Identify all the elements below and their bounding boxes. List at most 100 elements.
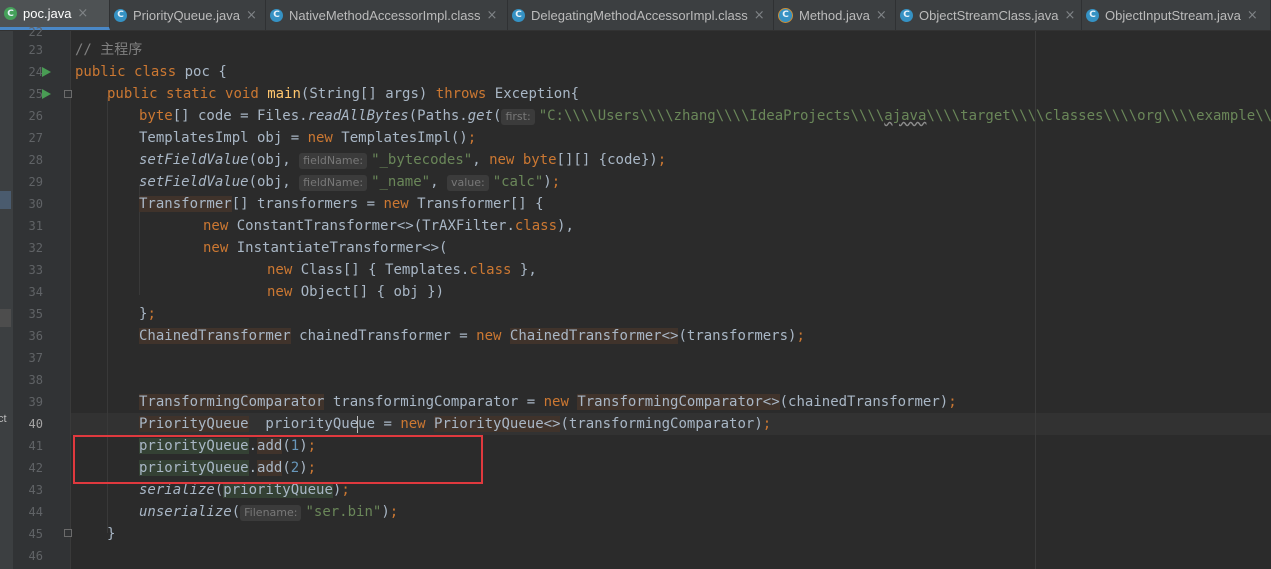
- code-text: chainedTransformer =: [290, 328, 477, 344]
- java-class-icon: C: [114, 8, 127, 22]
- close-icon[interactable]: ×: [486, 8, 497, 23]
- java-class-icon: C: [1086, 8, 1099, 22]
- string-literal: "C:\\\\Users\\\\zhang\\\\IdeaProjects\\\…: [538, 108, 885, 124]
- keyword: new: [203, 218, 229, 234]
- tab-label: poc.java: [23, 6, 72, 21]
- keyword: new: [476, 328, 502, 344]
- parameter-hint: fieldName:: [299, 175, 368, 191]
- code-text: Transformer[] {: [408, 196, 544, 212]
- code-line-27: TemplatesImpl obj = new TemplatesImpl();: [139, 127, 476, 149]
- code-line-26: byte[] code = Files.readAllBytes(Paths.g…: [139, 105, 1271, 127]
- code-text: (Paths.: [408, 108, 468, 124]
- code-text: (: [282, 438, 291, 454]
- tab-objectstreamclass-java[interactable]: C ObjectStreamClass.java ×: [896, 0, 1082, 30]
- code-text: [][] {code}): [556, 152, 658, 168]
- code-text: [] transformers =: [231, 196, 384, 212]
- parameter-hint: value:: [446, 175, 489, 191]
- close-icon[interactable]: ×: [77, 6, 88, 21]
- line-number: 26: [28, 109, 43, 123]
- keyword: byte: [522, 152, 557, 168]
- variable-usage: priorityQueue: [139, 460, 249, 476]
- code-text: (obj,: [248, 174, 300, 190]
- line-number: 32: [28, 241, 43, 255]
- line-number: 25: [28, 87, 43, 101]
- tool-window-button[interactable]: [0, 309, 11, 327]
- close-icon[interactable]: ×: [246, 8, 257, 23]
- params: (String[] args): [300, 86, 436, 102]
- keyword: new: [489, 152, 515, 168]
- code-text: TemplatesImpl obj =: [139, 130, 308, 146]
- comment: // 主程序: [75, 42, 143, 58]
- keyword: new: [543, 394, 569, 410]
- code-text: ue =: [358, 416, 401, 432]
- tab-nativemethodaccessorimpl-class[interactable]: C NativeMethodAccessorImpl.class ×: [266, 0, 508, 30]
- type-name: PriorityQueue<>: [434, 416, 561, 432]
- parameter-hint: fieldName:: [299, 153, 368, 169]
- semicolon: ;: [762, 416, 772, 432]
- code-line-44: unserialize(Filename: "ser.bin");: [139, 501, 398, 523]
- tab-label: NativeMethodAccessorImpl.class: [289, 7, 481, 23]
- code-text: ): [543, 174, 552, 190]
- keyword: class: [134, 64, 177, 80]
- semicolon: ;: [467, 130, 477, 146]
- variable-usage: priorityQueue: [139, 438, 249, 454]
- number-literal: 1: [290, 438, 300, 454]
- semicolon: ;: [948, 394, 957, 410]
- code-text: (transformers): [678, 328, 797, 344]
- line-number: 28: [28, 153, 43, 167]
- close-icon[interactable]: ×: [754, 8, 765, 23]
- variable-usage: priorityQueue: [223, 482, 333, 498]
- code-editor[interactable]: // 主程序 public class poc { public static …: [71, 31, 1271, 569]
- code-line-32: new InstantiateTransformer<>(: [203, 237, 447, 259]
- close-icon[interactable]: ×: [876, 8, 887, 23]
- line-number: 31: [28, 219, 43, 233]
- method-call: setFieldValue: [139, 174, 249, 190]
- string-literal: "ser.bin": [305, 504, 382, 520]
- tab-method-java[interactable]: C Method.java ×: [774, 0, 896, 30]
- keyword: public: [75, 64, 126, 80]
- tab-label: ObjectInputStream.java: [1105, 7, 1241, 23]
- line-number-gutter[interactable]: 22 23 24 25 26 27 28 29 30 31 32 33 34 3…: [13, 25, 72, 569]
- run-class-icon[interactable]: [42, 67, 51, 77]
- tab-priorityqueue-java[interactable]: C PriorityQueue.java ×: [110, 0, 266, 30]
- code-line-40: PriorityQueue priorityQueue = new Priori…: [139, 413, 771, 435]
- code-text: [] code = Files.: [172, 108, 308, 124]
- close-icon[interactable]: ×: [1064, 8, 1075, 23]
- java-class-icon: C: [4, 7, 17, 20]
- line-number: 44: [28, 505, 43, 519]
- keyword: class: [514, 218, 558, 234]
- line-number: 23: [28, 43, 43, 57]
- code-line-41: priorityQueue.add(1);: [139, 435, 316, 457]
- class-name: poc {: [184, 64, 227, 80]
- tool-window-button[interactable]: [0, 191, 11, 209]
- code-text: ): [299, 438, 308, 454]
- code-text: priorityQue: [248, 416, 359, 432]
- method-call: add: [257, 460, 283, 476]
- code-text: ): [299, 460, 308, 476]
- close-icon[interactable]: ×: [1247, 8, 1258, 23]
- tab-delegatingmethodaccessorimpl-class[interactable]: C DelegatingMethodAccessorImpl.class ×: [508, 0, 774, 30]
- code-text: (transformingComparator): [560, 416, 763, 432]
- current-line-number: 40: [28, 417, 43, 431]
- code-line-43: serialize(priorityQueue);: [139, 479, 350, 501]
- method-name: main: [267, 86, 301, 102]
- java-class-icon: C: [512, 8, 525, 22]
- code-text: (chainedTransformer): [779, 394, 949, 410]
- tab-objectinputstream-java[interactable]: C ObjectInputStream.java ×: [1082, 0, 1271, 30]
- keyword: throws: [435, 86, 487, 102]
- run-main-icon[interactable]: [42, 89, 51, 99]
- code-line-24: public class poc {: [75, 61, 227, 83]
- type-name: TransformingComparator<>: [577, 394, 780, 410]
- line-number: 24: [28, 65, 43, 79]
- string-literal: "_name": [371, 174, 431, 190]
- line-number: 27: [28, 131, 43, 145]
- type-name: TransformingComparator: [139, 394, 325, 410]
- keyword: new: [307, 130, 333, 146]
- semicolon: ;: [657, 152, 667, 168]
- tab-label: ObjectStreamClass.java: [919, 7, 1059, 23]
- semicolon: ;: [341, 482, 350, 498]
- code-text: (: [282, 460, 291, 476]
- semicolon: ;: [389, 504, 399, 520]
